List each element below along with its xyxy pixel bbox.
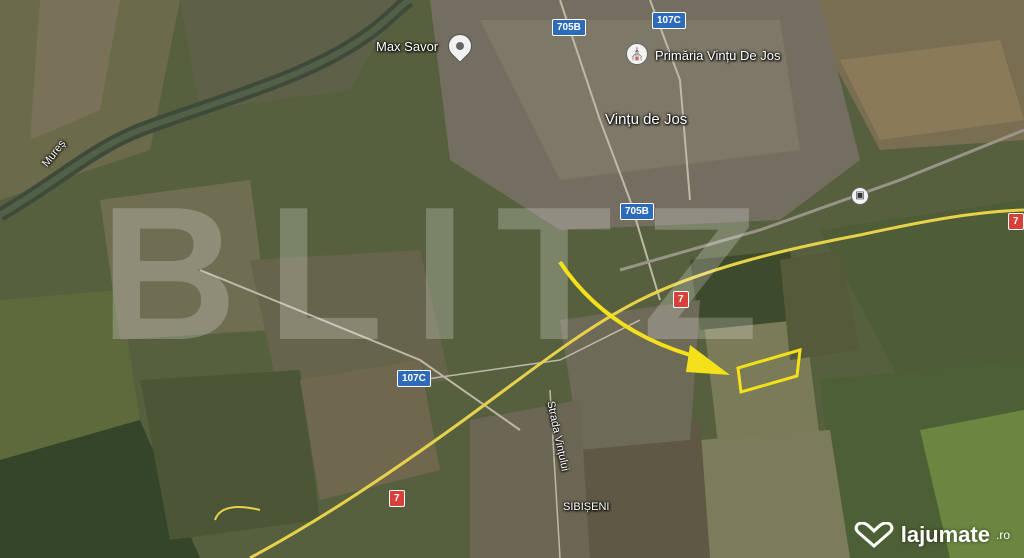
town-label[interactable]: Vințu de Jos <box>605 111 687 128</box>
road-shield-107c-top: 107C <box>652 12 686 29</box>
village-label[interactable]: SIBIȘENI <box>563 501 609 513</box>
train-station-icon[interactable]: ▣ <box>851 187 869 205</box>
heart-logo-icon <box>854 522 894 548</box>
annotation-overlay <box>558 260 802 394</box>
parcel-outline <box>736 347 802 394</box>
road-shield-705b-mid: 705B <box>620 203 654 220</box>
brand-logo: lajumate .ro <box>853 522 1010 548</box>
poi-label-max-savor[interactable]: Max Savor <box>376 39 438 54</box>
government-building-icon[interactable]: ⛪ <box>626 43 648 65</box>
road-shield-7-mid: 7 <box>673 291 689 308</box>
annotation-arrow-icon <box>558 260 691 357</box>
road-shield-7-bottom: 7 <box>389 490 405 507</box>
brand-tld: .ro <box>995 528 1010 542</box>
arrow-head-icon <box>686 345 730 375</box>
road-shield-705b-top: 705B <box>552 19 586 36</box>
poi-label-primaria[interactable]: Primăria Vințu De Jos <box>655 48 780 63</box>
brand-name: lajumate <box>900 522 990 547</box>
satellite-map[interactable]: BLITZ Max Savor ⛪ Primăria Vințu De Jos … <box>0 0 1024 558</box>
road-shield-107c-left: 107C <box>397 370 431 387</box>
road-shield-7-right: 7 <box>1008 213 1024 230</box>
